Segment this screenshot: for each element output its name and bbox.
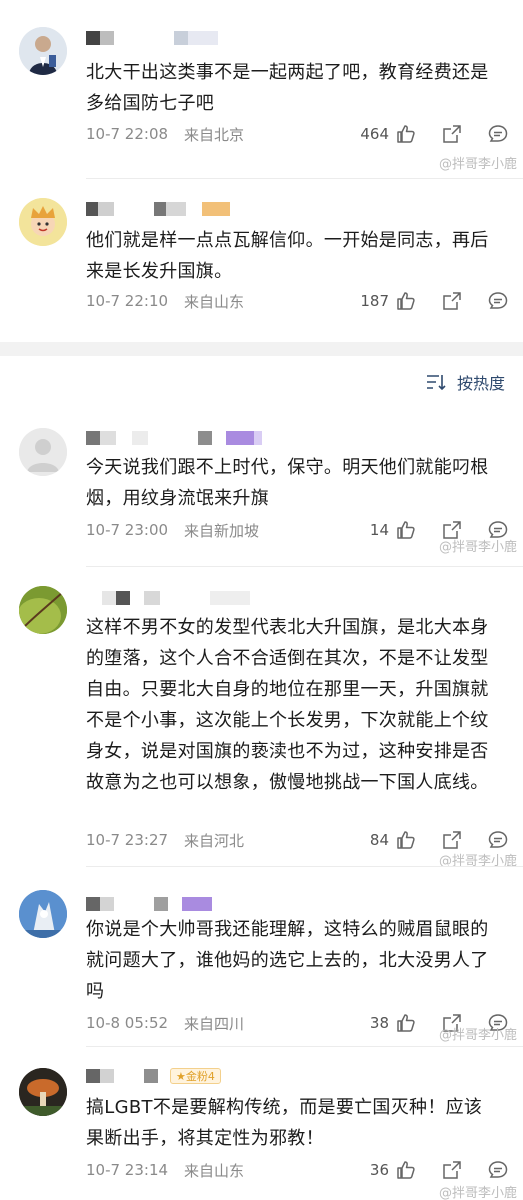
comment-text: 今天说我们跟不上时代，保守。明天他们就能叼根烟，用纹身流氓来升旗 <box>86 457 489 509</box>
comment-item: 今天说我们跟不上时代，保守。明天他们就能叼根烟，用纹身流氓来升旗 10-7 23… <box>0 406 523 566</box>
username-redacted[interactable]: ★ 金粉4 <box>86 1068 221 1084</box>
like-icon[interactable] <box>395 123 417 145</box>
like-icon[interactable] <box>395 290 417 312</box>
avatar[interactable] <box>19 198 67 246</box>
avatar[interactable] <box>19 1068 67 1116</box>
badge-label: 金粉4 <box>185 1070 215 1083</box>
watermark: @拌哥李小鹿 <box>438 157 517 172</box>
comment-icon[interactable] <box>487 290 509 312</box>
section-separator <box>0 342 523 356</box>
sort-icon <box>425 373 447 391</box>
share-icon[interactable] <box>441 290 463 312</box>
like-count: 14 <box>369 521 389 539</box>
comment-location: 来自河北 <box>184 831 245 850</box>
comment-text: 这样不男不女的发型代表北大升国旗，是北大本身的堕落，这个人合不合适倒在其次，不是… <box>86 617 489 793</box>
comment-meta: 10-7 22:10 来自山东 187 <box>86 289 509 313</box>
comment-meta: 10-7 23:14 来自山东 36 <box>86 1158 509 1182</box>
comment-location: 来自山东 <box>184 292 245 311</box>
comment-item: ★ 金粉4 搞LGBT不是要解构传统，而是要亡国灭种！应该果断出手，将其定性为邪教… <box>0 1046 523 1200</box>
comment-time: 10-7 22:08 <box>86 125 169 143</box>
username-redacted[interactable] <box>86 590 250 606</box>
avatar[interactable] <box>19 890 67 938</box>
comment-text: 你说是个大帅哥我还能理解，这特么的贼眉鼠眼的就问题大了，谁他妈的选它上去的，北大… <box>86 919 489 1002</box>
watermark: @拌哥李小鹿 <box>438 1186 517 1200</box>
avatar[interactable] <box>19 586 67 634</box>
sort-label: 按热度 <box>456 374 505 393</box>
comment-icon[interactable] <box>487 829 509 851</box>
comment-icon[interactable] <box>487 1159 509 1181</box>
comment-item: 这样不男不女的发型代表北大升国旗，是北大本身的堕落，这个人合不合适倒在其次，不是… <box>0 566 523 869</box>
comment-item: 北大干出这类事不是一起两起了吧，教育经费还是多给国防七子吧 10-7 22:08… <box>0 0 523 178</box>
comment-time: 10-7 23:27 <box>86 831 169 849</box>
comment-time: 10-7 22:10 <box>86 292 169 310</box>
like-count: 36 <box>369 1161 389 1179</box>
comment-item: 你说是个大帅哥我还能理解，这特么的贼眉鼠眼的就问题大了，谁他妈的选它上去的，北大… <box>0 866 523 1046</box>
comment-text: 他们就是样一点点瓦解信仰。一开始是同志，再后来是长发升国旗。 <box>86 230 489 282</box>
like-icon[interactable] <box>395 1012 417 1034</box>
comment-time: 10-7 23:14 <box>86 1161 169 1179</box>
like-icon[interactable] <box>395 519 417 541</box>
comment-location: 来自山东 <box>184 1161 245 1180</box>
badge-star-icon: ★ <box>176 1069 186 1083</box>
like-count: 464 <box>360 125 389 143</box>
comment-location: 来自四川 <box>184 1014 245 1033</box>
sort-toggle[interactable]: 按热度 <box>425 370 505 394</box>
avatar[interactable] <box>19 428 67 476</box>
watermark: @拌哥李小鹿 <box>438 540 517 555</box>
username-redacted[interactable] <box>86 201 230 217</box>
comment-meta: 10-7 22:08 来自北京 464 <box>86 122 509 146</box>
comment-time: 10-8 05:52 <box>86 1014 169 1032</box>
fan-badge: ★ 金粉4 <box>170 1068 221 1084</box>
username-redacted[interactable] <box>86 30 218 46</box>
share-icon[interactable] <box>441 829 463 851</box>
username-redacted[interactable] <box>86 896 212 912</box>
share-icon[interactable] <box>441 123 463 145</box>
comment-item: 他们就是样一点点瓦解信仰。一开始是同志，再后来是长发升国旗。 10-7 22:1… <box>0 178 523 338</box>
comment-location: 来自新加坡 <box>184 521 260 540</box>
comment-text: 搞LGBT不是要解构传统，而是要亡国灭种！应该果断出手，将其定性为邪教！ <box>86 1097 483 1149</box>
like-count: 187 <box>360 292 389 310</box>
username-redacted[interactable] <box>86 430 262 446</box>
comment-location: 来自北京 <box>184 125 245 144</box>
comment-time: 10-7 23:00 <box>86 521 169 539</box>
divider <box>86 566 523 567</box>
comment-icon[interactable] <box>487 123 509 145</box>
comment-text: 北大干出这类事不是一起两起了吧，教育经费还是多给国防七子吧 <box>86 62 489 114</box>
like-count: 84 <box>369 831 389 849</box>
share-icon[interactable] <box>441 1159 463 1181</box>
like-icon[interactable] <box>395 1159 417 1181</box>
watermark: @拌哥李小鹿 <box>438 1028 517 1043</box>
like-count: 38 <box>369 1014 389 1032</box>
divider <box>86 1046 523 1047</box>
like-icon[interactable] <box>395 829 417 851</box>
avatar[interactable] <box>19 27 67 75</box>
comment-meta: 10-7 23:27 来自河北 84 <box>86 828 509 852</box>
divider <box>86 178 523 179</box>
divider <box>86 866 523 867</box>
